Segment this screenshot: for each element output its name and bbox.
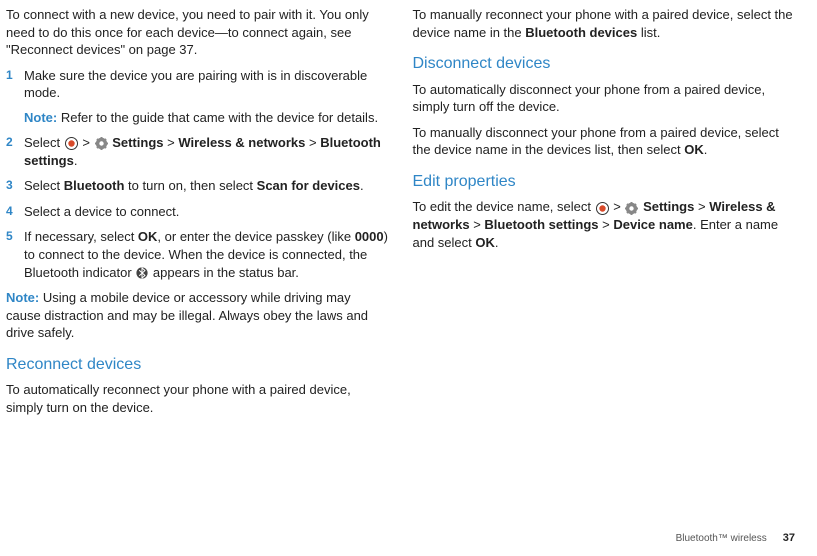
reconnect-body: To automatically reconnect your phone wi… <box>6 381 389 416</box>
footer-section: Bluetooth™ wireless <box>676 532 767 546</box>
wireless-networks-label: Wireless & networks <box>178 135 305 150</box>
text: > <box>694 199 709 214</box>
settings-label: Settings <box>112 135 163 150</box>
step-number: 4 <box>6 203 24 221</box>
disconnect-auto: To automatically disconnect your phone f… <box>413 81 796 116</box>
note-label: Note: <box>24 110 57 125</box>
text: To edit the device name, select <box>413 199 595 214</box>
step-number: 2 <box>6 134 24 169</box>
gear-icon <box>625 202 638 215</box>
text: appears in the status bar. <box>149 265 299 280</box>
edit-body: To edit the device name, select > Settin… <box>413 198 796 251</box>
text: > <box>164 135 179 150</box>
step-4: 4 Select a device to connect. <box>6 203 389 221</box>
bluetooth-settings-label: Bluetooth settings <box>484 217 598 232</box>
disconnect-manual: To manually disconnect your phone from a… <box>413 124 796 159</box>
page-number: 37 <box>783 531 795 546</box>
ok-label: OK <box>684 142 704 157</box>
text: Select <box>24 178 64 193</box>
step-body: Select a device to connect. <box>24 203 389 221</box>
step-number: 5 <box>6 228 24 281</box>
step-1: 1 Make sure the device you are pairing w… <box>6 67 389 127</box>
edit-heading: Edit properties <box>413 171 796 193</box>
driving-note: Note: Using a mobile device or accessory… <box>6 289 389 342</box>
passkey-label: 0000 <box>355 229 384 244</box>
home-icon <box>596 202 609 215</box>
step-body: Make sure the device you are pairing wit… <box>24 68 367 101</box>
text: . <box>495 235 499 250</box>
text: to turn on, then select <box>124 178 256 193</box>
text: > <box>470 217 485 232</box>
left-column: To connect with a new device, you need t… <box>6 6 389 424</box>
text: , or enter the device passkey (like <box>157 229 354 244</box>
page-footer: Bluetooth™ wireless 37 <box>676 531 795 546</box>
intro-paragraph: To connect with a new device, you need t… <box>6 6 389 59</box>
bluetooth-icon <box>136 266 148 280</box>
step-3: 3 Select Bluetooth to turn on, then sele… <box>6 177 389 195</box>
text: > <box>79 135 94 150</box>
text: . <box>74 153 78 168</box>
manual-reconnect: To manually reconnect your phone with a … <box>413 6 796 41</box>
note-text: Using a mobile device or accessory while… <box>6 290 368 340</box>
gear-icon <box>95 137 108 150</box>
text: list. <box>637 25 660 40</box>
step-number: 1 <box>6 67 24 127</box>
ok-label: OK <box>475 235 495 250</box>
text: . <box>360 178 364 193</box>
device-name-label: Device name <box>613 217 693 232</box>
step-5: 5 If necessary, select OK, or enter the … <box>6 228 389 281</box>
step-number: 3 <box>6 177 24 195</box>
reconnect-heading: Reconnect devices <box>6 354 389 376</box>
settings-label: Settings <box>643 199 694 214</box>
scan-label: Scan for devices <box>257 178 360 193</box>
note-label: Note: <box>6 290 39 305</box>
text: > <box>599 217 614 232</box>
ok-label: OK <box>138 229 158 244</box>
bluetooth-devices-label: Bluetooth devices <box>525 25 637 40</box>
right-column: To manually reconnect your phone with a … <box>413 6 796 424</box>
home-icon <box>65 137 78 150</box>
note-text: Refer to the guide that came with the de… <box>57 110 378 125</box>
disconnect-heading: Disconnect devices <box>413 53 796 75</box>
text: If necessary, select <box>24 229 138 244</box>
bluetooth-label: Bluetooth <box>64 178 125 193</box>
text: To manually disconnect your phone from a… <box>413 125 779 158</box>
text: > <box>610 199 625 214</box>
text: > <box>305 135 320 150</box>
step-2: 2 Select > Settings > Wireless & network… <box>6 134 389 169</box>
text: Select <box>24 135 64 150</box>
text: . <box>704 142 708 157</box>
